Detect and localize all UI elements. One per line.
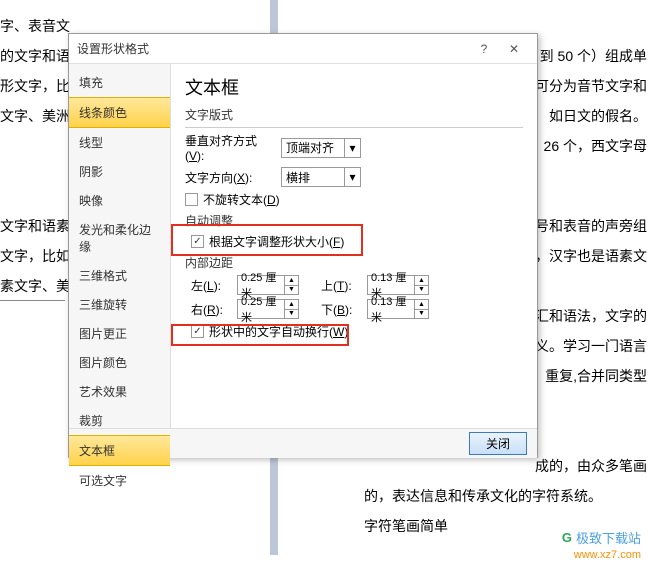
textbox-options-panel: 文本框 文字版式 垂直对齐方式(V): 顶端对齐▾ 文字方向(X): 横排▾ 不… — [171, 64, 537, 428]
spin-down-icon[interactable]: ▼ — [415, 310, 428, 319]
close-x-button[interactable]: ✕ — [499, 38, 529, 60]
watermark-name: 极致下载站 — [576, 528, 641, 547]
wrap-text-label: 形状中的文字自动换行(W) — [209, 323, 348, 340]
spin-up-icon[interactable]: ▲ — [285, 300, 298, 310]
text-direction-combo[interactable]: 横排▾ — [281, 167, 361, 187]
margin-left-spinner[interactable]: 0.25 厘米▲▼ — [237, 275, 299, 295]
bg-text: 的文字和语 — [0, 42, 70, 70]
wrap-text-checkbox[interactable] — [191, 325, 204, 338]
bg-text: 26 个，西文字母 — [544, 132, 647, 160]
help-button[interactable]: ? — [469, 38, 499, 60]
bg-text: ，汉字也是语素文 — [535, 242, 647, 270]
format-shape-dialog: 设置形状格式 ? ✕ 填充 线条颜色 线型 阴影 映像 发光和柔化边缘 三维格式… — [68, 33, 538, 458]
sidebar-item-reflection[interactable]: 映像 — [69, 186, 170, 215]
margin-right-label: 右(R): — [191, 301, 231, 318]
bg-text: 成的，由众多笔画 — [535, 452, 647, 480]
margin-right-spinner[interactable]: 0.25 厘米▲▼ — [237, 299, 299, 319]
divider — [185, 127, 523, 128]
bg-text: 素文字、美 — [0, 272, 70, 300]
bg-text: 义。学习一门语言 — [535, 332, 647, 360]
bg-text: 重复,合并同类型 — [545, 362, 647, 390]
valign-combo[interactable]: 顶端对齐▾ — [281, 138, 361, 158]
spin-down-icon[interactable]: ▼ — [415, 286, 428, 295]
section-autosize: 自动调整 — [185, 212, 523, 229]
sidebar-item-3d-rotation[interactable]: 三维旋转 — [69, 290, 170, 319]
bg-text: 到 50 个）组成单 — [540, 42, 647, 70]
dialog-titlebar[interactable]: 设置形状格式 ? ✕ — [69, 34, 537, 64]
watermark-url: www.xz7.com — [574, 549, 641, 561]
valign-label: 垂直对齐方式(V): — [185, 132, 275, 163]
sidebar-item-picture-color[interactable]: 图片颜色 — [69, 348, 170, 377]
dialog-title: 设置形状格式 — [77, 40, 469, 57]
bg-text: 可分为音节文字和 — [535, 72, 647, 100]
spin-up-icon[interactable]: ▲ — [415, 276, 428, 286]
sidebar-item-line-color[interactable]: 线条颜色 — [69, 97, 170, 128]
autosize-checkbox[interactable] — [191, 235, 204, 248]
sidebar-item-picture-correct[interactable]: 图片更正 — [69, 319, 170, 348]
watermark-logo-icon: G — [562, 530, 572, 545]
sidebar-item-alt-text[interactable]: 可选文字 — [69, 466, 170, 495]
sidebar-item-glow[interactable]: 发光和柔化边缘 — [69, 215, 170, 261]
bg-text: 汇和语法，文字的 — [535, 302, 647, 330]
bg-text: 文字和语素 — [0, 212, 70, 240]
bg-text: 文字、美洲 — [0, 102, 70, 130]
spin-up-icon[interactable]: ▲ — [415, 300, 428, 310]
sidebar-item-crop[interactable]: 裁剪 — [69, 406, 170, 435]
sidebar-item-3d-format[interactable]: 三维格式 — [69, 261, 170, 290]
margin-bottom-spinner[interactable]: 0.13 厘米▲▼ — [367, 299, 429, 319]
close-icon: ✕ — [509, 42, 519, 56]
margin-left-label: 左(L): — [191, 277, 231, 294]
chevron-down-icon: ▾ — [344, 139, 360, 157]
sidebar-item-textbox[interactable]: 文本框 — [69, 435, 170, 466]
spin-down-icon[interactable]: ▼ — [285, 310, 298, 319]
margin-top-spinner[interactable]: 0.13 厘米▲▼ — [367, 275, 429, 295]
sidebar-item-fill[interactable]: 填充 — [69, 68, 170, 97]
sidebar-item-artistic[interactable]: 艺术效果 — [69, 377, 170, 406]
question-icon: ? — [481, 42, 488, 56]
chevron-down-icon: ▾ — [344, 168, 360, 186]
bg-text: 文字，比如 — [0, 242, 70, 270]
spin-up-icon[interactable]: ▲ — [285, 276, 298, 286]
text-direction-label: 文字方向(X): — [185, 169, 275, 186]
autosize-label: 根据文字调整形状大小(F) — [209, 233, 344, 250]
bg-text: 字符笔画简单 — [364, 512, 448, 540]
no-rotate-label: 不旋转文本(D) — [203, 191, 280, 208]
bg-text: 形文字，比 — [0, 72, 70, 100]
margin-bottom-label: 下(B): — [321, 301, 361, 318]
sidebar-item-shadow[interactable]: 阴影 — [69, 157, 170, 186]
spin-down-icon[interactable]: ▼ — [285, 286, 298, 295]
section-text-layout: 文字版式 — [185, 106, 523, 123]
margin-top-label: 上(T): — [321, 277, 361, 294]
bg-text: 字、表音文 — [0, 12, 70, 40]
category-sidebar: 填充 线条颜色 线型 阴影 映像 发光和柔化边缘 三维格式 三维旋转 图片更正 … — [69, 64, 171, 428]
bg-text: 号和表音的声旁组 — [535, 212, 647, 240]
close-button[interactable]: 关闭 — [469, 432, 527, 455]
bg-text: 如日文的假名。 — [549, 102, 647, 130]
watermark: G 极致下载站 www.xz7.com — [562, 528, 641, 547]
bg-line — [0, 300, 65, 301]
bg-text: 的，表达信息和传承文化的字符系统。 — [364, 482, 602, 510]
no-rotate-checkbox[interactable] — [185, 193, 198, 206]
panel-heading: 文本框 — [185, 74, 523, 100]
sidebar-item-line-style[interactable]: 线型 — [69, 128, 170, 157]
section-margins: 内部边距 — [185, 254, 523, 271]
